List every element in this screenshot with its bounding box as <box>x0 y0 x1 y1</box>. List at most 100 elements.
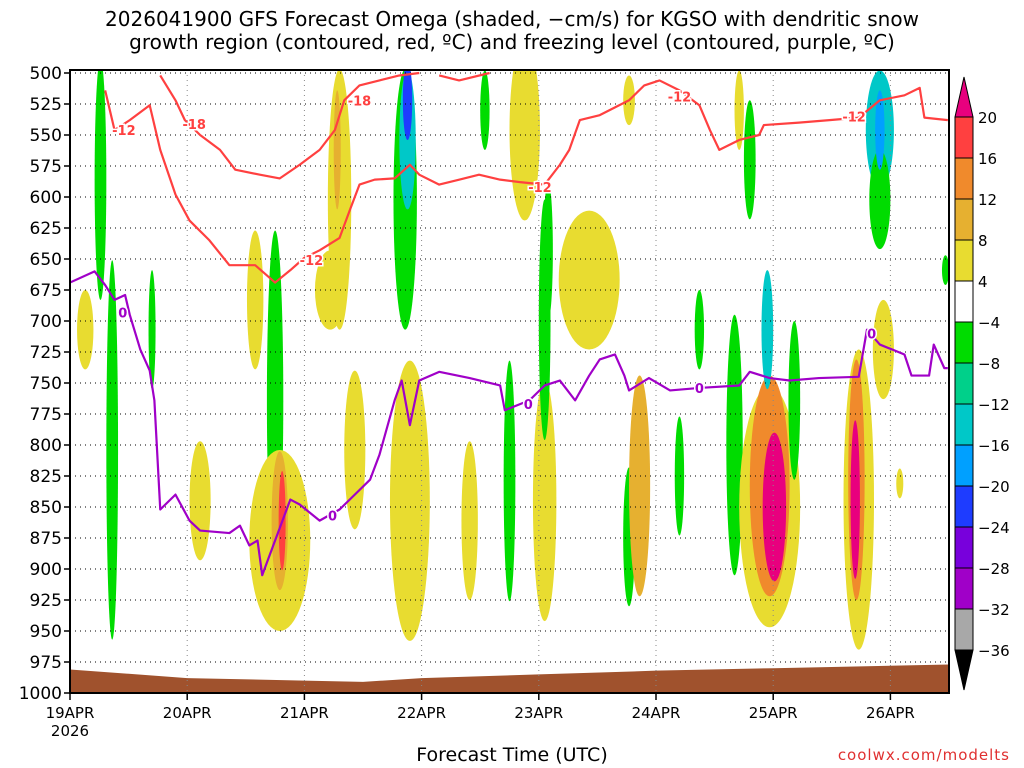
colorbar-label: −28 <box>978 560 1010 578</box>
colorbar-swatch <box>954 403 974 446</box>
colorbar-under-triangle <box>954 649 974 691</box>
y-tick-label: 550 <box>30 126 62 146</box>
omega-region <box>629 375 651 597</box>
colorbar-label: −4 <box>978 314 1000 332</box>
omega-region <box>734 70 744 150</box>
contour-label: 0 <box>328 510 337 525</box>
colorbar-label: −8 <box>978 355 1000 373</box>
y-tick-label: 825 <box>30 467 62 487</box>
x-tick-label: 26APR <box>866 704 915 722</box>
y-tick-label: 525 <box>30 95 62 115</box>
y-tick-label: 775 <box>30 405 62 425</box>
contour-label: -12 <box>112 124 136 139</box>
y-tick-label: 925 <box>30 591 62 611</box>
x-tick-label: 24APR <box>632 704 681 722</box>
colorbar-swatch <box>954 198 974 241</box>
y-tick-label: 500 <box>30 64 62 84</box>
y-tick-label: 950 <box>30 622 62 642</box>
y-tick-label: 650 <box>30 250 62 270</box>
x-tick-label: 19APR <box>46 704 95 722</box>
x-tick-label: 23APR <box>514 704 563 722</box>
y-tick-label: 600 <box>30 188 62 208</box>
colorbar-label: 8 <box>978 232 988 250</box>
omega-region <box>762 432 787 582</box>
contour-label: -18 <box>348 94 372 109</box>
x-tick-label: 25APR <box>749 704 798 722</box>
y-tick-label: 1000 <box>19 684 62 704</box>
y-tick-label: 800 <box>30 436 62 456</box>
omega-shading <box>77 70 949 650</box>
colorbar-label: −20 <box>978 478 1010 496</box>
colorbar-swatch <box>954 608 974 651</box>
colorbar-swatch <box>954 362 974 405</box>
contour-label: 0 <box>867 327 876 342</box>
colorbar-label: −24 <box>978 519 1010 537</box>
y-tick-label: 900 <box>30 560 62 580</box>
omega-region <box>761 270 774 390</box>
contour-label: 0 <box>118 306 127 321</box>
omega-region <box>788 321 801 480</box>
contour-label: -18 <box>182 118 206 133</box>
contour-label: -12 <box>300 254 324 269</box>
omega-region <box>896 468 904 499</box>
contour-label: 0 <box>524 398 533 413</box>
colorbar-label: −12 <box>978 396 1010 414</box>
y-tick-label: 975 <box>30 653 62 673</box>
terrain-surface <box>70 664 949 693</box>
colorbar-swatch <box>954 567 974 610</box>
colorbar-swatch <box>954 444 974 487</box>
terrain-fill <box>70 664 949 693</box>
omega-region <box>389 360 430 641</box>
y-tick-label: 700 <box>30 312 62 332</box>
omega-region <box>480 70 490 150</box>
omega-region <box>106 260 119 640</box>
credit-text: coolwx.com/modelts <box>837 746 1010 764</box>
omega-region <box>503 360 516 602</box>
y-axis-ticks: 500 525 550 575 600 625 650 675 700 725 750 775 800 8… <box>19 64 70 704</box>
contour-label: -12 <box>528 181 552 196</box>
colorbar-label: 12 <box>978 191 997 209</box>
colorbar-swatch <box>954 526 974 569</box>
colorbar-label: −32 <box>978 601 1010 619</box>
x-tick-label: 20APR <box>163 704 212 722</box>
colorbar-swatch <box>954 157 974 200</box>
colorbar-swatch <box>954 280 974 323</box>
omega-region <box>674 416 685 536</box>
colorbar-over-triangle <box>954 76 974 118</box>
omega-region <box>850 420 860 579</box>
omega-region <box>558 210 620 350</box>
omega-region <box>941 255 949 286</box>
omega-region <box>543 180 553 320</box>
omega-region <box>246 230 264 370</box>
omega-region <box>344 370 366 530</box>
omega-time-height-chart: -12 -12 -12 -12 -12 -18 -18 0 0 0 0 0 500 525 550 575 6… <box>19 64 1010 740</box>
omega-region <box>694 290 705 370</box>
omega-region <box>743 100 756 220</box>
colorbar-label: 20 <box>978 109 997 127</box>
colorbar-label: −16 <box>978 437 1010 455</box>
x-axis-ticks: 19APR2026 20APR 21APR 22APR 23APR 24APR 25APR 2… <box>46 693 915 740</box>
colorbar-swatch <box>954 485 974 528</box>
y-tick-label: 675 <box>30 281 62 301</box>
contour-label: -12 <box>668 91 692 106</box>
y-tick-label: 575 <box>30 157 62 177</box>
omega-region <box>189 441 211 561</box>
x-tick-label: 21APR <box>280 704 329 722</box>
y-tick-label: 725 <box>30 343 62 363</box>
omega-region <box>461 441 478 600</box>
colorbar-label: 4 <box>978 273 988 291</box>
colorbar-swatch <box>954 321 974 364</box>
colorbar-swatch <box>954 239 974 282</box>
x-tick-year: 2026 <box>51 722 89 740</box>
omega-region <box>94 70 107 300</box>
colorbar-label: −36 <box>978 642 1010 660</box>
omega-region <box>77 290 94 370</box>
x-tick-label: 22APR <box>397 704 446 722</box>
y-tick-label: 750 <box>30 374 62 394</box>
colorbar: 20 16 12 8 4 −4 −8 −12 −16 −20 −24 −28 −32 −36 <box>954 76 1010 691</box>
y-tick-label: 625 <box>30 219 62 239</box>
omega-region <box>333 90 341 210</box>
contour-label: 0 <box>695 382 704 397</box>
colorbar-label: 16 <box>978 150 997 168</box>
contour-label: -12 <box>842 110 866 125</box>
